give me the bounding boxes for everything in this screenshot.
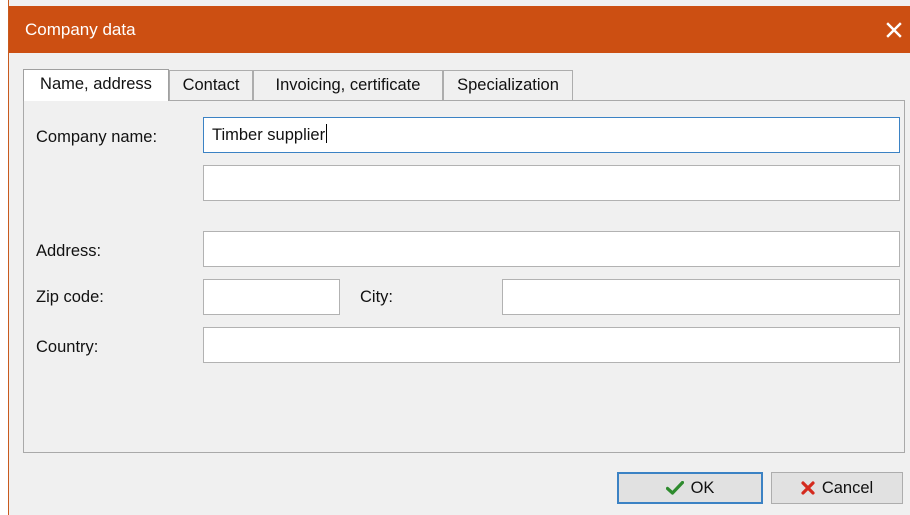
title-bar: Company data (9, 6, 910, 53)
zip-code-input[interactable] (203, 279, 340, 315)
company-name-value: Timber supplier (212, 126, 326, 144)
country-label: Country: (36, 338, 99, 356)
text-caret (326, 124, 328, 143)
cancel-button[interactable]: Cancel (771, 472, 903, 504)
tab-name-address[interactable]: Name, address (23, 69, 169, 101)
ok-button-label: OK (690, 478, 715, 497)
tab-specialization[interactable]: Specialization (443, 70, 573, 100)
zip-code-label: Zip code: (36, 288, 104, 306)
tab-contact[interactable]: Contact (169, 70, 253, 100)
country-input[interactable] (203, 327, 900, 363)
address-input[interactable] (203, 231, 900, 267)
city-input[interactable] (502, 279, 900, 315)
address-label: Address: (36, 242, 102, 260)
company-name-label: Company name: (36, 128, 158, 146)
company-data-dialog: Company data Name, address Contact Invoi… (8, 0, 910, 515)
checkmark-icon (665, 481, 684, 495)
ok-button[interactable]: OK (617, 472, 763, 504)
cancel-button-label: Cancel (821, 478, 874, 497)
close-icon (886, 21, 902, 38)
x-icon (801, 481, 815, 495)
close-button[interactable] (877, 6, 910, 53)
company-name-line2-input[interactable] (203, 165, 900, 201)
tab-panel-name-address: Company name: Timber supplier Address: Z… (23, 100, 905, 453)
tab-invoicing-certificate[interactable]: Invoicing, certificate (253, 70, 443, 100)
city-label: City: (360, 288, 393, 306)
dialog-title: Company data (25, 20, 136, 39)
company-name-input[interactable]: Timber supplier (203, 117, 900, 153)
